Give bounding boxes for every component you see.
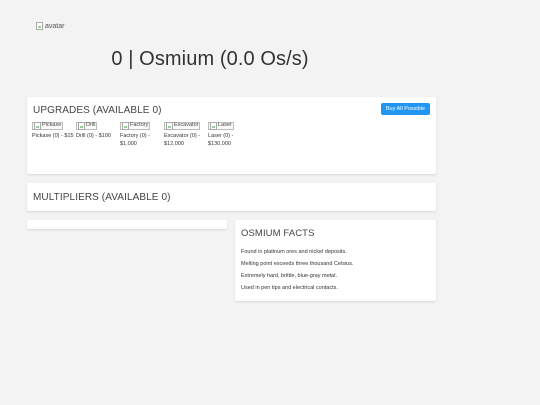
- broken-image-icon: [78, 122, 85, 130]
- empty-panel: [27, 220, 227, 229]
- upgrades-title: UPGRADES (AVAILABLE 0): [33, 105, 162, 116]
- upgrades-panel: UPGRADES (AVAILABLE 0) Buy All Possible …: [27, 97, 436, 174]
- factory-icon[interactable]: Factory: [120, 122, 151, 130]
- facts-title: OSMIUM FACTS: [241, 228, 315, 239]
- upgrade-label: Pickaxe (0) - $15: [32, 133, 74, 140]
- fact-item: Used in pen tips and electrical contacts…: [241, 285, 338, 291]
- multipliers-title: MULTIPLIERS (AVAILABLE 0): [33, 192, 171, 203]
- upgrade-factory[interactable]: Factory Factory (0) - $1,000: [120, 122, 164, 148]
- upgrades-list: Pickaxe Pickaxe (0) - $15 Drill Drill (0…: [32, 122, 252, 148]
- multipliers-panel: MULTIPLIERS (AVAILABLE 0): [27, 183, 436, 211]
- pickaxe-icon[interactable]: Pickaxe: [32, 122, 64, 130]
- fact-item: Extremely hard, brittle, blue-gray metal…: [241, 273, 337, 279]
- fact-item: Melting point exceeds three thousand Cel…: [241, 261, 354, 267]
- resource-counter-title: 0 | Osmium (0.0 Os/s): [111, 48, 309, 70]
- avatar-alt-text: avatar: [45, 22, 65, 30]
- facts-list: Found in platinum ores and nickel deposi…: [241, 246, 354, 294]
- broken-image-icon: [122, 122, 129, 130]
- upgrade-label: Excavator (0) - $12,000: [164, 133, 201, 147]
- upgrade-label: Laser (0) - $130,000: [208, 133, 234, 147]
- upgrade-drill[interactable]: Drill Drill (0) - $100: [76, 122, 120, 148]
- laser-icon[interactable]: Laser: [208, 122, 234, 130]
- upgrade-label: Drill (0) - $100: [76, 133, 111, 140]
- broken-image-icon: [36, 22, 43, 30]
- upgrade-pickaxe[interactable]: Pickaxe Pickaxe (0) - $15: [32, 122, 76, 148]
- fact-item: Found in platinum ores and nickel deposi…: [241, 249, 347, 255]
- buy-all-possible-button[interactable]: Buy All Possible: [380, 103, 430, 115]
- drill-icon[interactable]: Drill: [76, 122, 98, 130]
- avatar: avatar: [36, 22, 64, 30]
- excavator-icon[interactable]: Excavator: [164, 122, 201, 130]
- broken-image-icon: [34, 122, 41, 130]
- upgrade-laser[interactable]: Laser Laser (0) - $130,000: [208, 122, 252, 148]
- broken-image-icon: [166, 122, 173, 130]
- upgrade-label: Factory (0) - $1,000: [120, 133, 150, 147]
- facts-panel: OSMIUM FACTS Found in platinum ores and …: [235, 220, 436, 301]
- upgrade-excavator[interactable]: Excavator Excavator (0) - $12,000: [164, 122, 208, 148]
- broken-image-icon: [210, 122, 217, 130]
